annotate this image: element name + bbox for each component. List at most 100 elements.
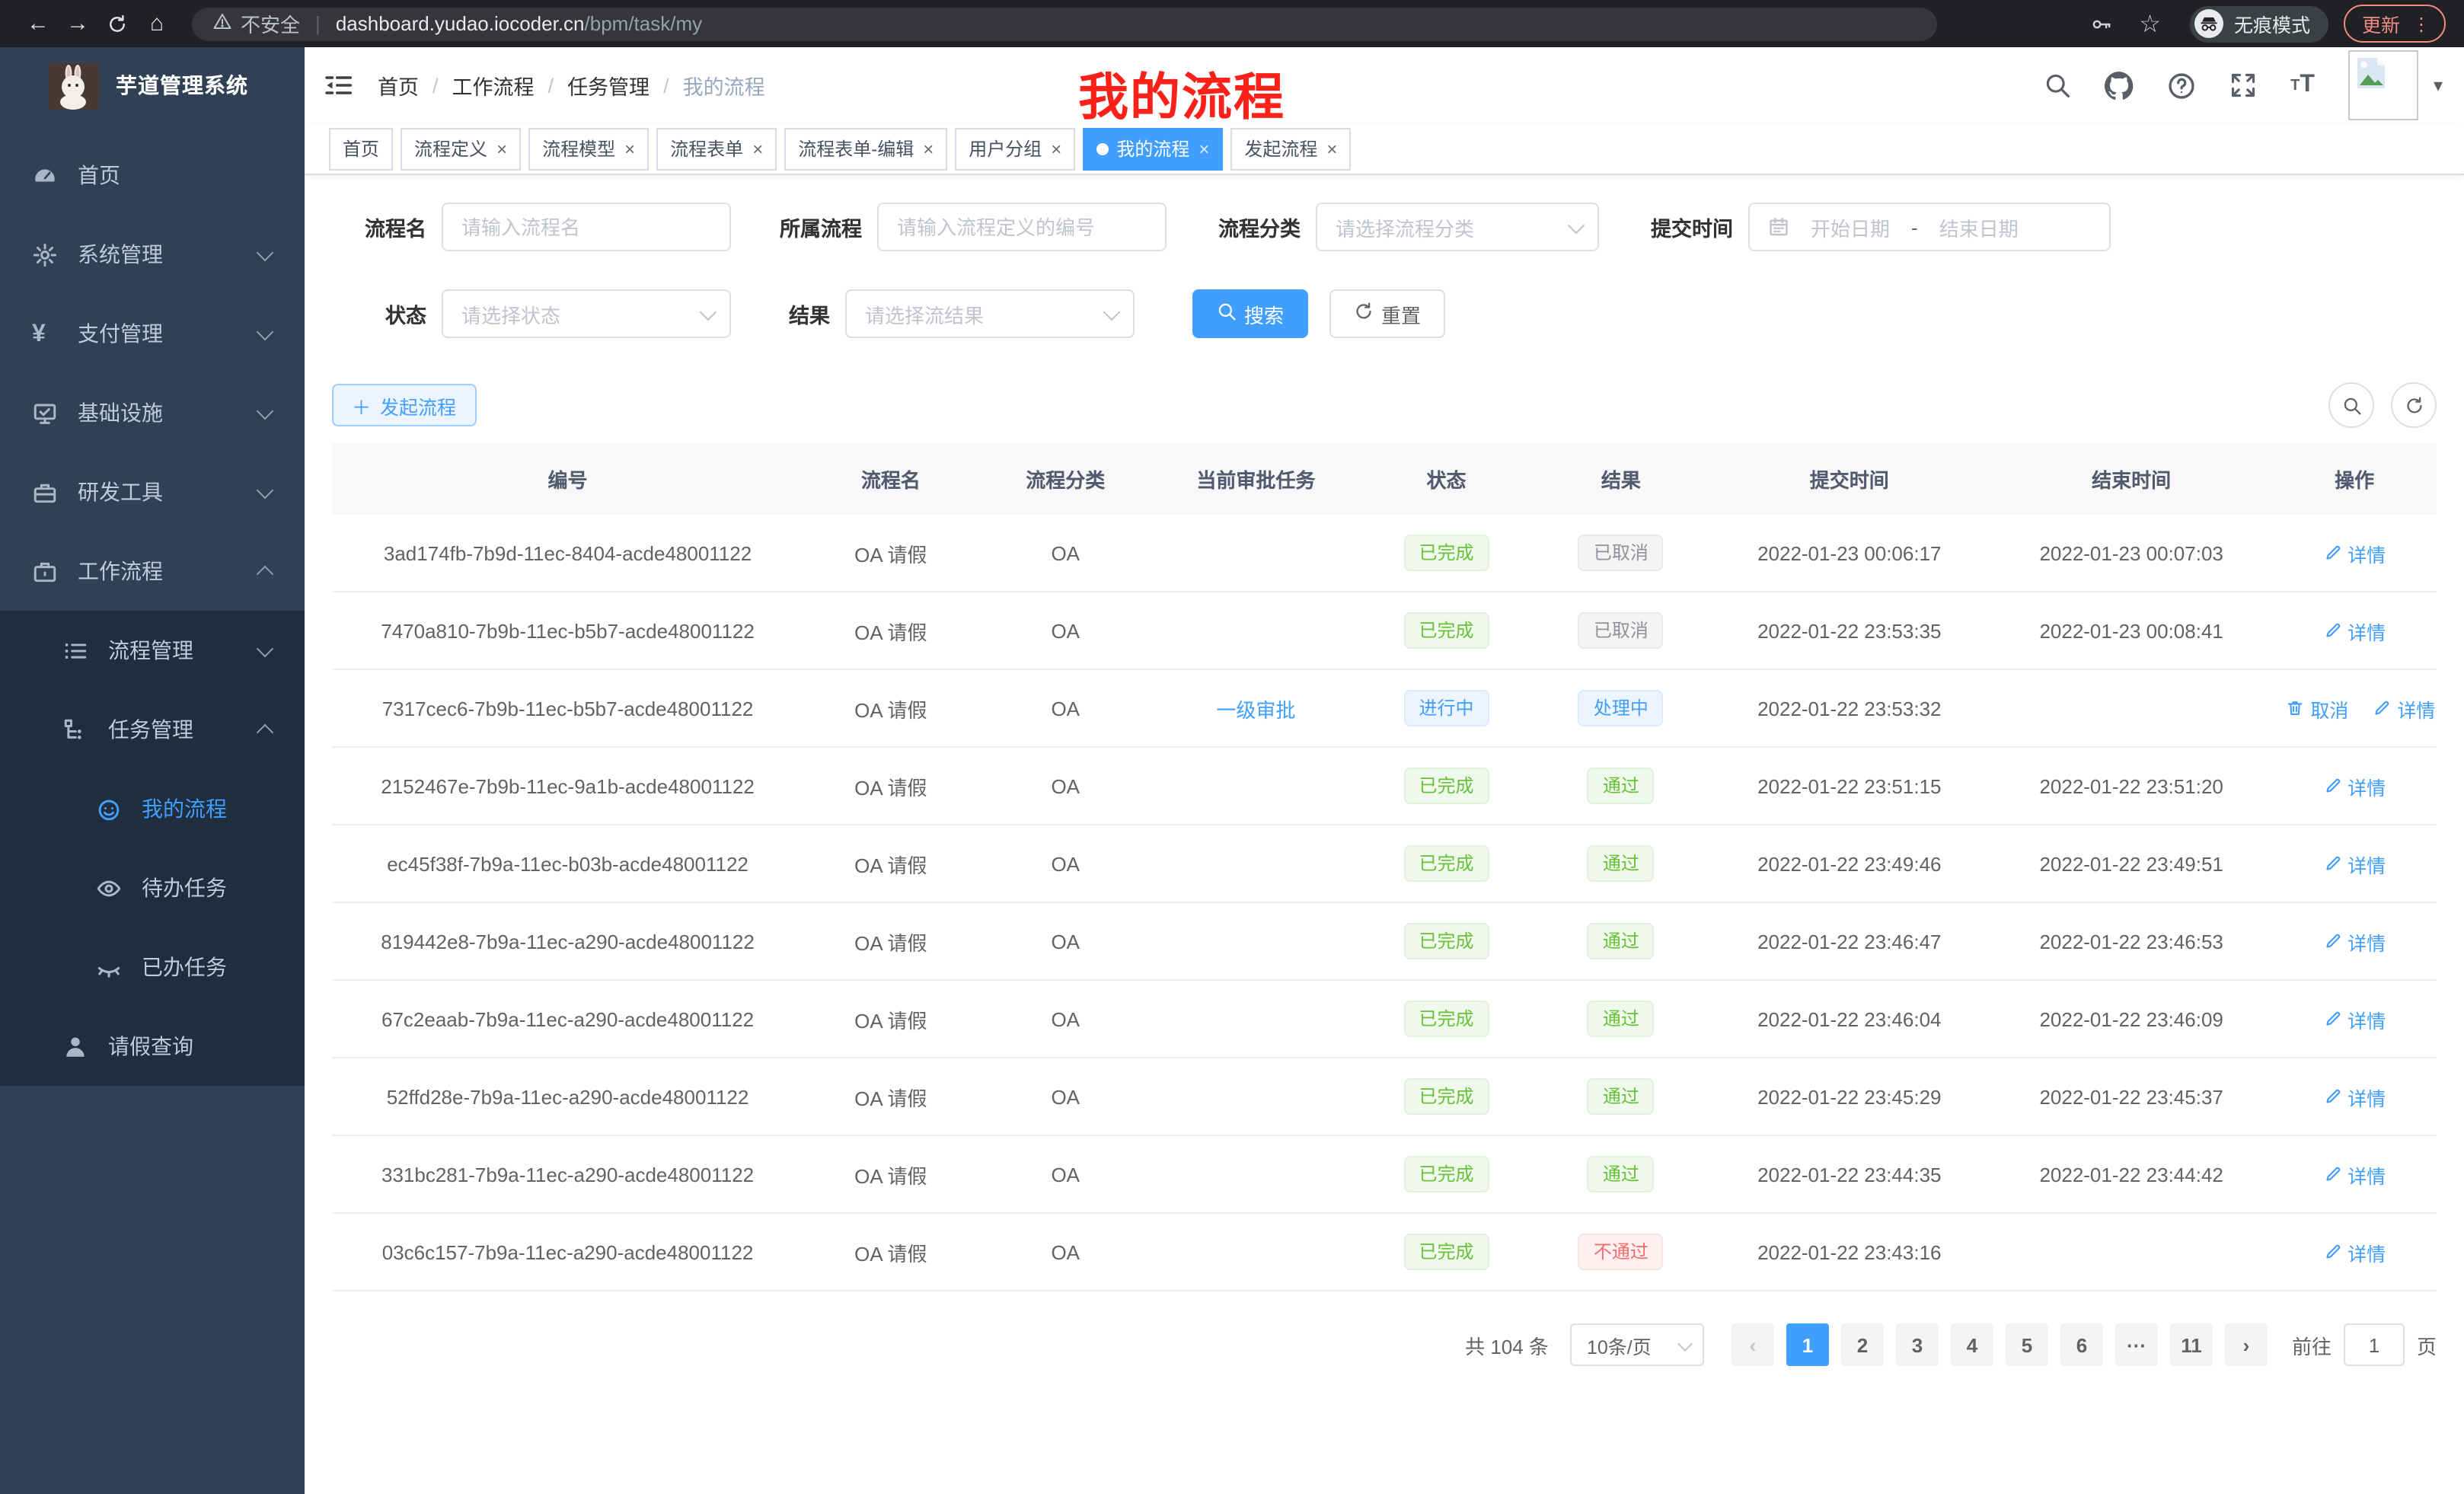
breadcrumb-item[interactable]: 首页	[378, 70, 419, 101]
tab-流程定义[interactable]: 流程定义×	[401, 127, 521, 170]
result-badge: 通过	[1588, 1001, 1655, 1037]
search-button[interactable]: 搜索	[1192, 289, 1308, 338]
goto-unit: 页	[2417, 1330, 2437, 1359]
page-button-5[interactable]: 5	[2006, 1323, 2048, 1366]
sidebar-item-系统管理[interactable]: 系统管理	[0, 215, 305, 294]
close-icon[interactable]: ×	[1326, 138, 1337, 159]
cell-category: OA	[978, 747, 1153, 825]
github-icon[interactable]	[2105, 71, 2134, 100]
close-icon[interactable]: ×	[624, 138, 635, 159]
result-select[interactable]: 请选择流结果	[845, 289, 1135, 338]
cell-id: 819442e8-7b9a-11ec-a290-acde48001122	[332, 902, 803, 980]
reload-icon[interactable]	[97, 11, 137, 37]
current-task-link[interactable]: 一级审批	[1216, 698, 1295, 721]
home-icon[interactable]: ⌂	[137, 11, 177, 37]
page-button-2[interactable]: 2	[1841, 1323, 1884, 1366]
avatar[interactable]	[2348, 50, 2418, 120]
tab-用户分组[interactable]: 用户分组×	[955, 127, 1075, 170]
tab-流程表单[interactable]: 流程表单×	[656, 127, 777, 170]
password-key-icon[interactable]	[2090, 13, 2111, 34]
rabbit-logo	[49, 62, 99, 109]
sidebar-item-支付管理[interactable]: ¥支付管理	[0, 294, 305, 373]
fullscreen-icon[interactable]	[2229, 72, 2257, 99]
goto-page-input[interactable]	[2344, 1323, 2405, 1366]
detail-action-link[interactable]: 详情	[2323, 538, 2386, 567]
cancel-action-link[interactable]: 取消	[2286, 694, 2348, 723]
sidebar-item-待办任务[interactable]: 待办任务	[0, 848, 305, 927]
breadcrumb-item[interactable]: 工作流程	[452, 70, 535, 101]
detail-action-link[interactable]: 详情	[2323, 849, 2386, 878]
page-button-3[interactable]: 3	[1896, 1323, 1939, 1366]
refresh-table-icon[interactable]	[2391, 382, 2437, 428]
tab-首页[interactable]: 首页	[329, 127, 393, 170]
detail-action-link[interactable]: 详情	[2323, 927, 2386, 956]
sidebar-item-请假查询[interactable]: 请假查询	[0, 1007, 305, 1086]
filter-row-2: 状态 请选择状态 结果 请选择流结果	[332, 289, 2437, 338]
sidebar-item-已办任务[interactable]: 已办任务	[0, 927, 305, 1007]
close-icon[interactable]: ×	[1198, 138, 1209, 159]
start-date-placeholder[interactable]: 开始日期	[1811, 212, 1890, 241]
chevron-down-icon	[257, 244, 274, 261]
filter-status: 状态 请选择状态	[332, 289, 731, 338]
reset-button[interactable]: 重置	[1329, 289, 1445, 338]
toggle-search-icon[interactable]	[2328, 382, 2374, 428]
sidebar-item-我的流程[interactable]: 我的流程	[0, 769, 305, 848]
sidebar-item-任务管理[interactable]: 任务管理	[0, 690, 305, 769]
address-bar[interactable]: 不安全 | dashboard.yudao.iocoder.cn/bpm/tas…	[192, 7, 1937, 40]
help-icon[interactable]	[2167, 71, 2196, 100]
tab-流程模型[interactable]: 流程模型×	[528, 127, 649, 170]
detail-action-link[interactable]: 详情	[2323, 616, 2386, 645]
process-name-input[interactable]	[442, 203, 731, 251]
close-icon[interactable]: ×	[496, 138, 507, 159]
avatar-caret-down-icon[interactable]: ▾	[2434, 75, 2443, 96]
search-icon	[1217, 302, 1237, 326]
end-date-placeholder[interactable]: 结束日期	[1939, 212, 2019, 241]
kebab-menu-icon[interactable]: ⋮	[2412, 13, 2430, 34]
page-button-1[interactable]: 1	[1786, 1323, 1829, 1366]
page-size-select[interactable]: 10条/页	[1570, 1323, 1704, 1366]
date-range-picker[interactable]: 开始日期 - 结束日期	[1748, 203, 2111, 251]
sidebar-item-工作流程[interactable]: 工作流程	[0, 532, 305, 611]
close-icon[interactable]: ×	[923, 138, 934, 159]
detail-action-link[interactable]: 详情	[2323, 1237, 2386, 1266]
url-host[interactable]: dashboard.yudao.iocoder.cn	[336, 12, 585, 35]
close-icon[interactable]: ×	[752, 138, 763, 159]
tab-流程表单-编辑[interactable]: 流程表单-编辑×	[784, 127, 947, 170]
detail-action-link[interactable]: 详情	[2323, 1004, 2386, 1033]
detail-action-link[interactable]: 详情	[2323, 1082, 2386, 1111]
category-placeholder: 请选择流程分类	[1336, 212, 1474, 241]
page-button-11[interactable]: 11	[2170, 1323, 2213, 1366]
category-select[interactable]: 请选择流程分类	[1316, 203, 1599, 251]
tab-发起流程[interactable]: 发起流程×	[1230, 127, 1351, 170]
url-path[interactable]: /bpm/task/my	[585, 12, 703, 35]
prev-page-button[interactable]: ‹	[1732, 1323, 1774, 1366]
security-label[interactable]: 不安全	[241, 9, 300, 38]
detail-action-link[interactable]: 详情	[2373, 694, 2435, 723]
forward-icon[interactable]: →	[58, 11, 97, 37]
sidebar-logo[interactable]: 芋道管理系统	[0, 47, 305, 123]
status-select[interactable]: 请选择状态	[442, 289, 731, 338]
next-page-button[interactable]: ›	[2225, 1323, 2268, 1366]
page-button-4[interactable]: 4	[1951, 1323, 1993, 1366]
page-button-6[interactable]: 6	[2060, 1323, 2103, 1366]
page-ellipsis-button[interactable]: ···	[2115, 1323, 2158, 1366]
tab-我的流程[interactable]: 我的流程×	[1083, 127, 1223, 170]
update-button[interactable]: 更新 ⋮	[2344, 5, 2446, 43]
sidebar-item-流程管理[interactable]: 流程管理	[0, 611, 305, 690]
hamburger-fold-icon[interactable]	[323, 69, 356, 102]
back-icon[interactable]: ←	[18, 11, 58, 37]
definition-input[interactable]	[877, 203, 1167, 251]
detail-action-link[interactable]: 详情	[2323, 771, 2386, 800]
create-process-button[interactable]: ＋ 发起流程	[332, 384, 476, 426]
sidebar-item-首页[interactable]: 首页	[0, 136, 305, 215]
active-tab-dot	[1096, 142, 1109, 155]
text-size-icon[interactable]: TT	[2290, 72, 2315, 99]
update-label[interactable]: 更新	[2362, 9, 2400, 38]
header-search-icon[interactable]	[2044, 72, 2071, 99]
detail-action-link[interactable]: 详情	[2323, 1160, 2386, 1189]
close-icon[interactable]: ×	[1051, 138, 1061, 159]
bookmark-star-icon[interactable]: ☆	[2139, 8, 2161, 39]
sidebar-item-基础设施[interactable]: 基础设施	[0, 373, 305, 452]
sidebar-item-研发工具[interactable]: 研发工具	[0, 452, 305, 532]
breadcrumb-item[interactable]: 任务管理	[567, 70, 650, 101]
